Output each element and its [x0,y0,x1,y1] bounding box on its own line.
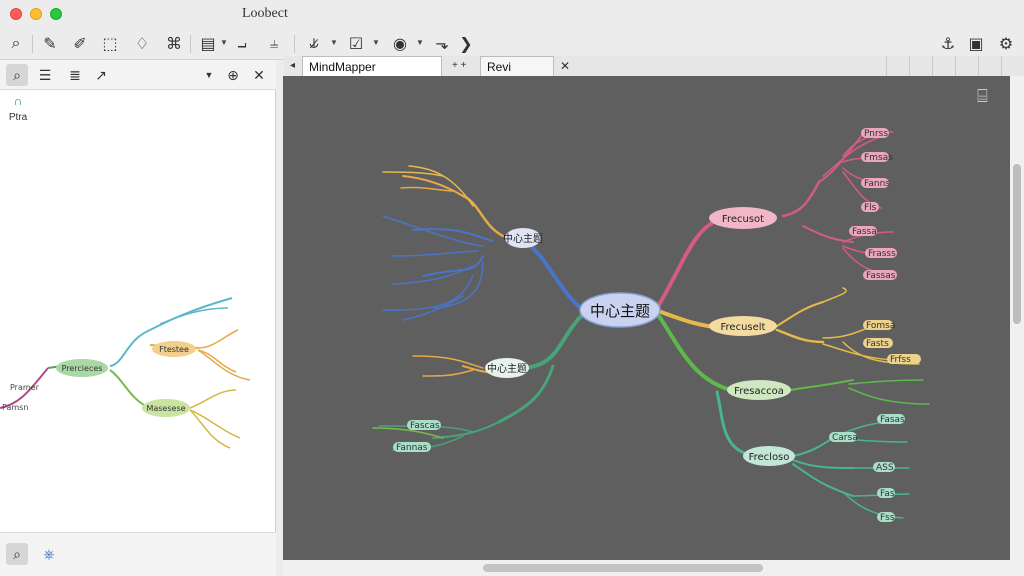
thumbnail-label: Ptra [8,112,28,123]
leaf-node: Frfss [890,355,911,365]
mini-node: Pramer [10,383,40,392]
mini-node: Masesese [146,404,185,413]
pen-icon[interactable]: ✎ [38,32,62,56]
leaf-node: Fannas [396,443,428,453]
gear-icon[interactable]: ⚙ [994,32,1018,56]
branch-node: Fresaccoa [734,386,784,397]
search-icon[interactable]: ⌕ [4,32,28,56]
close-icon[interactable]: ✕ [248,64,270,86]
leaf-node: Fas [880,489,895,499]
mindmap-canvas[interactable]: ⌸ 中心主题 中心主题 中心主题 Frecusot Frecuselt Fres… [283,76,1010,560]
leaf-node: Fss [880,513,895,523]
bottom-search-icon[interactable]: ⌕ [6,543,28,565]
close-window-button[interactable] [10,8,22,20]
pin-icon[interactable]: ⚓ [936,32,960,56]
mini-node: Ftestee [159,345,189,354]
eraser-icon[interactable]: ✐ [68,32,92,56]
leaf-node: Fascas [410,421,440,431]
mini-mindmap: Prercieces Ftestee Masesese Pramer Pamsn [0,297,251,449]
window-title: Loobect [242,6,288,21]
mini-node: Pamsn [2,403,28,412]
outline-bottom-bar: ⌕ ⎈ [0,532,276,576]
center-topic: 中心主题 [590,302,650,320]
camera-icon[interactable]: ▣ [964,32,988,56]
link-icon[interactable]: ↗ [90,64,112,86]
leaf-node: Fassas [866,271,896,281]
layout-icon[interactable]: ▤ [196,32,220,56]
outline-search-icon[interactable]: ⌕ [6,64,28,86]
mindmap-thumb-icon: ∩ [13,94,23,108]
leaf-node: Frasss [868,249,896,259]
outline-panel: ⌕ ☰ ≣ ↗ ▼ ⊕ ✕ ∩ Ptra Prercieces Ftestee … [0,60,276,576]
zoom-icon[interactable]: ⊕ [222,64,244,86]
zoom-window-button[interactable] [50,8,62,20]
leaf-node: Carsa [832,433,858,443]
checkbox-dropdown-caret-icon[interactable]: ▼ [372,38,380,47]
layout-dropdown-caret-icon[interactable]: ▼ [220,38,228,47]
branch-dropdown-caret-icon[interactable]: ▼ [330,38,338,47]
page-layout-icon: ⌸ [977,86,988,107]
tab-scroll-left-icon[interactable]: ◂ [290,56,295,76]
branch-node: 中心主题 [503,232,543,245]
leaf-node: Fasas [880,415,905,425]
minimize-window-button[interactable] [30,8,42,20]
tab-revi-setioh[interactable]: Revi Setioh [480,56,554,94]
leaf-node: ASS [876,463,894,473]
vertical-scroll-thumb[interactable] [1013,164,1021,324]
ruler [864,56,1024,76]
leaf-node: Fasts [866,339,889,349]
connector-icon[interactable]: ⨼ [230,32,254,56]
leaf-node: Fmsas [864,153,893,163]
more-chevron-icon[interactable]: ❯ [454,32,478,56]
image-icon[interactable]: ⌘ [162,32,186,56]
text-icon[interactable]: ⬎ [430,32,454,56]
tab-mindmapper[interactable]: MindMapper MindMapper [302,56,442,94]
dropdown-caret-icon[interactable]: ▼ [198,64,220,86]
horizontal-scroll-thumb[interactable] [483,564,763,572]
mini-node: Prercieces [62,364,103,373]
sort-icon[interactable]: ≣ [64,64,86,86]
horizontal-scrollbar[interactable] [283,560,1024,576]
leaf-node: Pnrss [864,129,888,139]
toolbar-separator [190,35,191,53]
title-bar: Loobect [0,0,1024,28]
branch-node: Frecusot [722,214,764,225]
branch-style-icon[interactable]: ⫝̸ [302,32,326,56]
mindmap-diagram[interactable]: ⌸ 中心主题 中心主题 中心主题 Frecusot Frecuselt Fres… [283,76,1010,560]
leaf-node: Fassa [852,227,877,237]
leaf-node: Fls [864,203,877,213]
leaf-node: Fomsa [866,321,895,331]
list-icon[interactable]: ☰ [34,64,56,86]
android-icon[interactable]: ⎈ [38,543,60,565]
outline-toolbar: ⌕ ☰ ≣ ↗ ▼ ⊕ ✕ [0,60,276,90]
leaf-node: Fanns [864,179,890,189]
branch-node: 中心主题 [487,362,527,375]
checkbox-icon[interactable]: ☑ [344,32,368,56]
toolbar-separator [32,35,33,53]
page-thumbnail[interactable]: ∩ Ptra [6,94,30,132]
select-icon[interactable]: ⬚ [98,32,122,56]
vertical-scrollbar[interactable] [1010,76,1024,560]
tab-bar: ◂ MindMapper MindMapper + + Revi Setioh … [284,56,1024,94]
branch-node: Frecuselt [721,322,766,333]
fill-dropdown-caret-icon[interactable]: ▼ [416,38,424,47]
tab-close-icon[interactable]: ✕ [560,56,570,76]
tree-icon[interactable]: ⫨ [262,32,286,56]
toolbar-separator [294,35,295,53]
branch-node: Frecloso [749,452,790,463]
shape-icon[interactable]: ♢ [130,32,154,56]
fill-color-icon[interactable]: ◉ [388,32,412,56]
tab-add-buttons[interactable]: + + [452,56,466,76]
